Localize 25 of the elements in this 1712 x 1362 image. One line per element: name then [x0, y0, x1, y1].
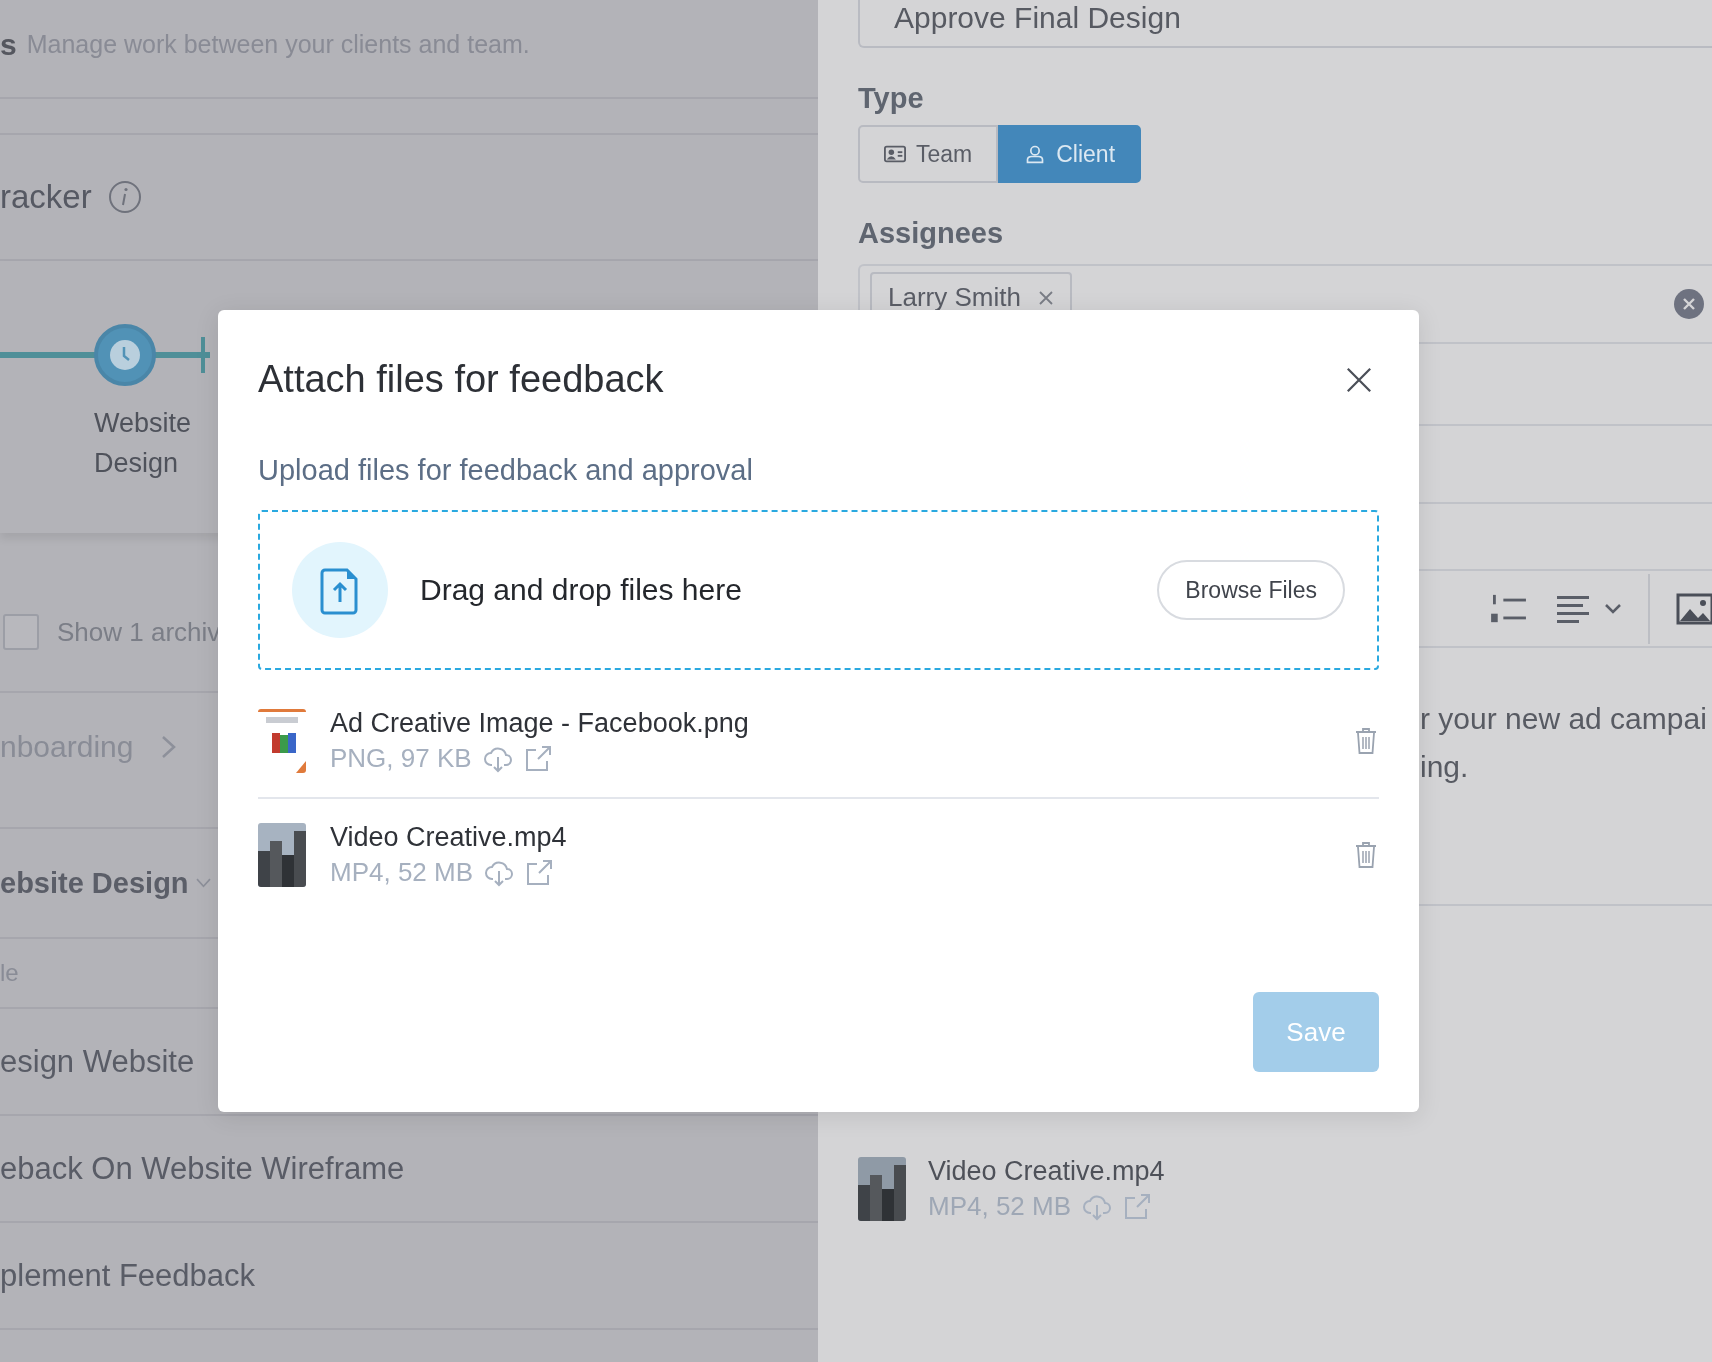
- field-label: Type: [858, 82, 925, 115]
- page-title: s: [0, 27, 17, 62]
- task-name-field[interactable]: Approve Final Design: [858, 0, 1712, 48]
- section-title: racker: [0, 178, 92, 216]
- type-tab[interactable]: Team: [858, 125, 999, 183]
- description-text: r your new ad campai: [1420, 701, 1708, 737]
- dropzone[interactable]: Drag and drop files here Browse Files: [258, 510, 1379, 670]
- checkbox-label: Show 1 archiv: [57, 616, 221, 648]
- browse-files-button[interactable]: Browse Files: [1157, 560, 1345, 620]
- dropzone-text: Drag and drop files here: [420, 573, 743, 607]
- task-name[interactable]: eback On Website Wireframe: [0, 1150, 405, 1187]
- dialog-title: Attach files for feedback: [258, 358, 664, 401]
- description-text: ing.: [1420, 749, 1470, 785]
- dialog-subtitle: Upload files for feedback and approval: [258, 454, 754, 487]
- file-name[interactable]: Video Creative.mp4: [928, 1156, 1165, 1187]
- group-title[interactable]: ebsite Design: [0, 866, 189, 900]
- task-name[interactable]: plement Feedback: [0, 1257, 256, 1294]
- type-tab[interactable]: Client: [998, 125, 1142, 183]
- file-meta: MP4, 52 MB: [330, 857, 474, 888]
- file-meta: PNG, 97 KB: [330, 743, 472, 774]
- task-name[interactable]: esign Website: [0, 1043, 195, 1080]
- field-label: Assignees: [858, 217, 1005, 250]
- file-name[interactable]: Video Creative.mp4: [330, 822, 567, 853]
- stage-label: Website Design: [94, 407, 193, 480]
- file-name[interactable]: Ad Creative Image - Facebook.png: [330, 708, 749, 739]
